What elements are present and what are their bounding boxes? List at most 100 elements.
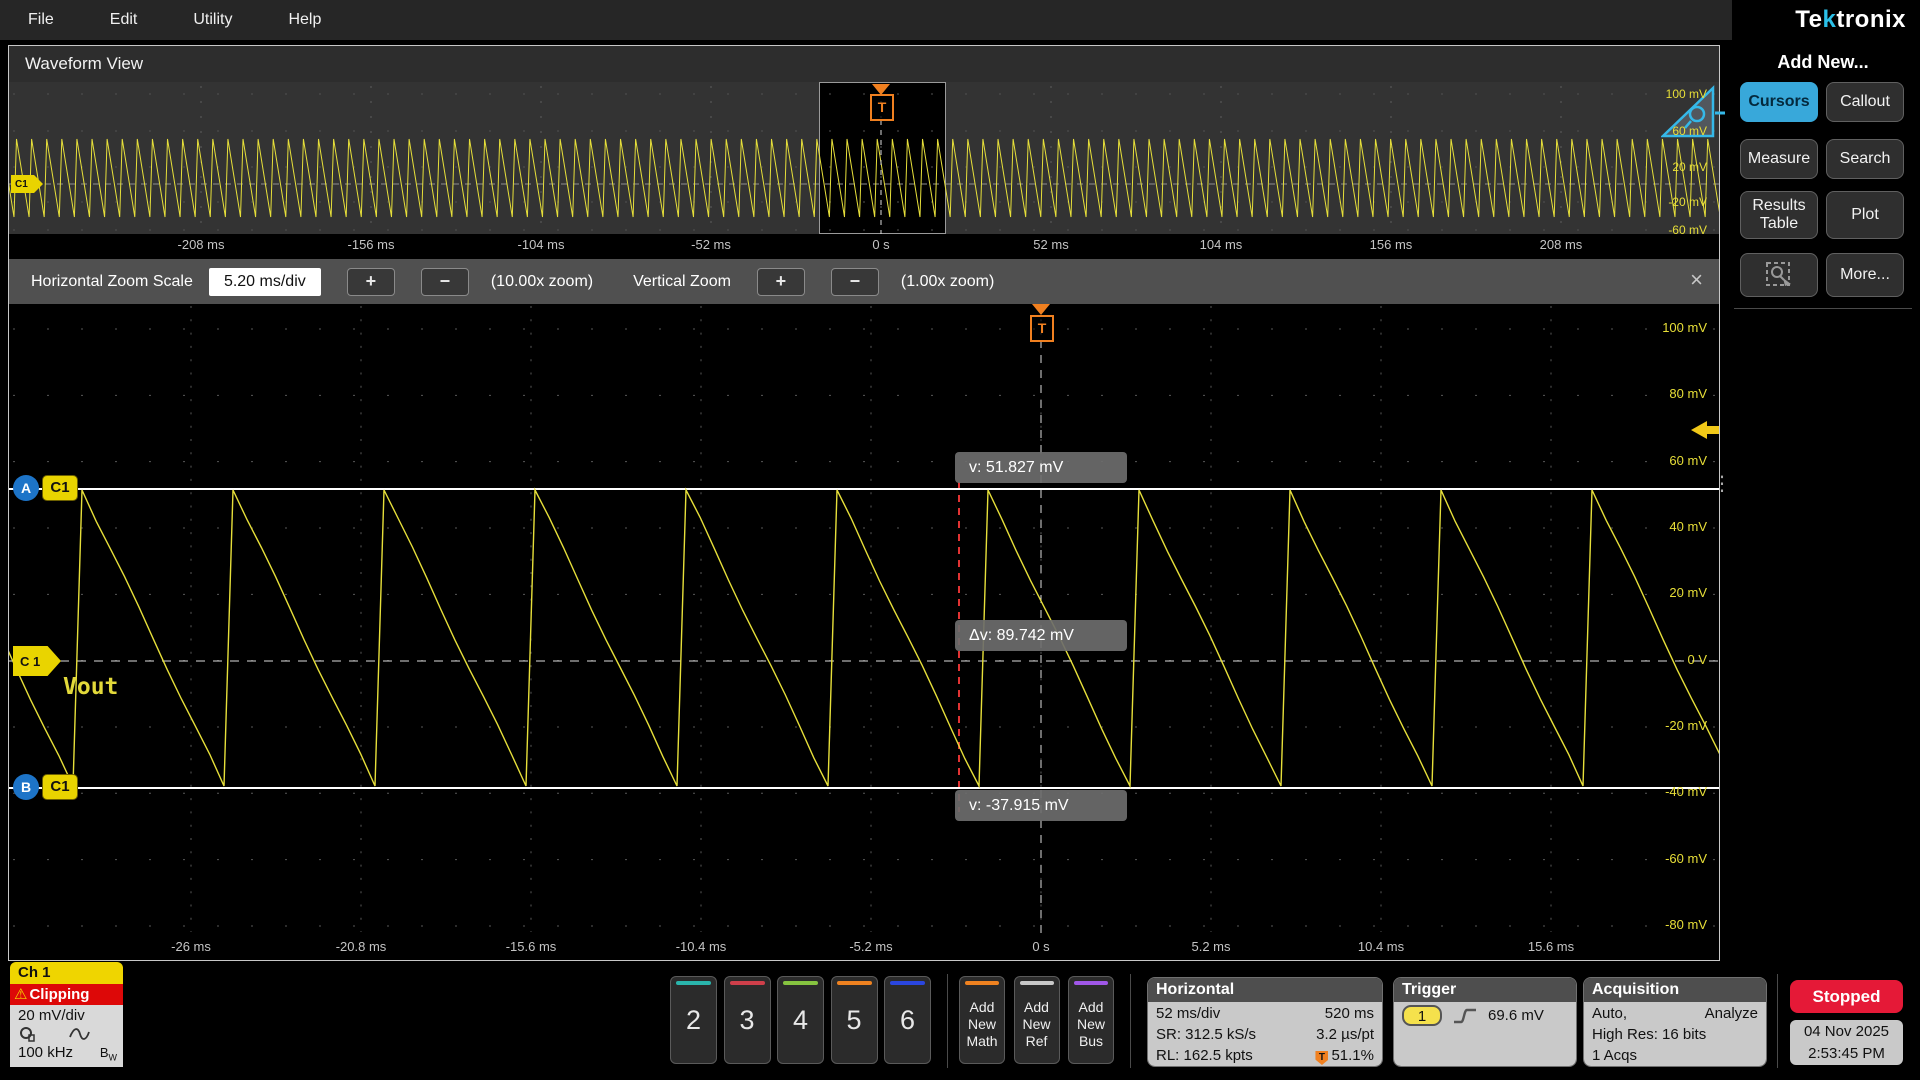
sidebar-button-cursors[interactable]: Cursors <box>1740 82 1818 122</box>
trigger-position: T51.1% <box>1315 1045 1374 1066</box>
main-trigger-triangle-icon[interactable] <box>1032 304 1050 315</box>
main-time-label: -26 ms <box>171 939 211 954</box>
record-length: RL: 162.5 kpts <box>1156 1045 1253 1066</box>
channel-number: 2 <box>671 1005 716 1036</box>
trigger-panel-title: Trigger <box>1394 978 1576 1002</box>
main-time-label: 0 s <box>1032 939 1049 954</box>
sidebar-button-search[interactable]: Search <box>1826 139 1904 179</box>
horizontal-window: 520 ms <box>1325 1003 1374 1024</box>
trigger-level-arrow-tail <box>1707 426 1719 434</box>
overview-volt-label: 60 mV <box>1647 124 1707 138</box>
main-time-label: -5.2 ms <box>849 939 892 954</box>
channel-3-button[interactable]: 3 <box>724 976 771 1064</box>
channel-color-stripe <box>676 981 711 985</box>
main-volt-label: 100 mV <box>1662 320 1707 335</box>
overview-volt-label: -20 mV <box>1647 195 1707 209</box>
channel-1-scale: 20 mV/div <box>18 1007 117 1024</box>
main-volt-label: -40 mV <box>1665 784 1707 799</box>
acquisition-count: 1 Acqs <box>1592 1045 1637 1066</box>
main-volt-label: 40 mV <box>1669 519 1707 534</box>
menu-file[interactable]: File <box>28 11 54 29</box>
vertical-zoom-factor: (1.00x zoom) <box>901 273 994 291</box>
horizontal-panel-title: Horizontal <box>1148 978 1382 1002</box>
horizontal-zoom-plus-button[interactable]: + <box>347 268 395 296</box>
overview-time-label: 0 s <box>872 237 889 252</box>
close-zoom-icon[interactable]: × <box>1690 267 1703 293</box>
channel-1-details: 20 mV/div 100 kHz BW <box>10 1005 123 1067</box>
menu-utility[interactable]: Utility <box>193 11 232 29</box>
acquisition-resolution: High Res: 16 bits <box>1592 1024 1706 1045</box>
channel-2-button[interactable]: 2 <box>670 976 717 1064</box>
run-stop-status-button[interactable]: Stopped <box>1790 980 1903 1013</box>
add-button-label: AddNewRef <box>1015 999 1059 1050</box>
channel-6-button[interactable]: 6 <box>884 976 931 1064</box>
add-new-bus-button[interactable]: AddNewBus <box>1068 976 1114 1064</box>
cursor-b-readout[interactable]: v: -37.915 mV <box>955 790 1127 821</box>
add-color-stripe <box>1074 981 1108 985</box>
horizontal-zoom-scale-value[interactable]: 5.20 ms/div <box>209 268 321 296</box>
bottom-bar-divider <box>947 974 948 1068</box>
panel-title: Waveform View <box>9 46 1719 82</box>
channel-number: 4 <box>778 1005 823 1036</box>
menu-edit[interactable]: Edit <box>110 11 138 29</box>
overview-trigger-t-icon[interactable]: T <box>870 94 894 121</box>
more-button[interactable]: More... <box>1826 253 1904 297</box>
probe-icon <box>18 1025 38 1043</box>
overview-time-label: 156 ms <box>1370 237 1413 252</box>
acquisition-panel-title: Acquisition <box>1584 978 1766 1002</box>
channel-number: 3 <box>725 1005 770 1036</box>
acquisition-panel[interactable]: Acquisition Auto,Analyze High Res: 16 bi… <box>1583 977 1767 1067</box>
vertical-zoom-plus-button[interactable]: + <box>757 268 805 296</box>
main-volt-label: 0 V <box>1687 652 1707 667</box>
cursor-a-readout[interactable]: v: 51.827 mV <box>955 452 1127 483</box>
cursor-delta-readout[interactable]: Δv: 89.742 mV <box>955 620 1127 651</box>
main-trigger-t-icon[interactable]: T <box>1030 315 1054 342</box>
overview-time-label: -104 ms <box>518 237 565 252</box>
menu-help[interactable]: Help <box>288 11 321 29</box>
trigger-source-badge: 1 <box>1402 1005 1442 1026</box>
add-new-math-button[interactable]: AddNewMath <box>959 976 1005 1064</box>
sample-interval: 3.2 µs/pt <box>1316 1024 1374 1045</box>
panel-drag-handle-icon[interactable]: ⋮ <box>1712 478 1732 490</box>
add-new-ref-button[interactable]: AddNewRef <box>1014 976 1060 1064</box>
sidebar-divider <box>1734 308 1912 309</box>
overview-svg <box>9 82 1719 259</box>
channel-number: 6 <box>885 1005 930 1036</box>
channel-5-button[interactable]: 5 <box>831 976 878 1064</box>
horizontal-panel[interactable]: Horizontal 52 ms/div 520 ms SR: 312.5 kS/… <box>1147 977 1383 1067</box>
waveform-view-panel: Waveform View T C1 -208 ms-156 ms-104 ms… <box>8 45 1720 961</box>
trigger-level-arrow-icon[interactable] <box>1691 421 1707 439</box>
main-volt-label: -20 mV <box>1665 718 1707 733</box>
waveform-overview[interactable]: T C1 -208 ms-156 ms-104 ms-52 ms0 s52 ms… <box>9 82 1719 259</box>
sidebar-button-measure[interactable]: Measure <box>1740 139 1818 179</box>
channel-1-badge[interactable]: Ch 1 ⚠Clipping 20 mV/div 100 kHz BW <box>10 962 123 1067</box>
cursor-a-tag[interactable]: A C1 <box>13 475 78 501</box>
main-waveform-plot[interactable]: T v: 51.827 mV Δv: 89.742 mV v: -37.915 … <box>9 304 1719 935</box>
channel-color-stripe <box>730 981 765 985</box>
sample-rate: SR: 312.5 kS/s <box>1156 1024 1256 1045</box>
channel-4-button[interactable]: 4 <box>777 976 824 1064</box>
horizontal-zoom-minus-button[interactable]: − <box>421 268 469 296</box>
sidebar-button-callout[interactable]: Callout <box>1826 82 1904 122</box>
main-time-label: 15.6 ms <box>1528 939 1574 954</box>
sidebar-button-results-table[interactable]: Results Table <box>1740 191 1818 239</box>
sidebar-button-plot[interactable]: Plot <box>1826 191 1904 239</box>
trigger-position-icon: T <box>1315 1051 1328 1065</box>
add-button-label: AddNewBus <box>1069 999 1113 1050</box>
add-color-stripe <box>965 981 999 985</box>
warning-icon: ⚠ <box>14 986 27 1003</box>
date: 04 Nov 2025 <box>1790 1021 1903 1043</box>
add-color-stripe <box>1020 981 1054 985</box>
bandwidth-limit-icon: BW <box>100 1045 117 1063</box>
vertical-zoom-minus-button[interactable]: − <box>831 268 879 296</box>
time: 2:53:45 PM <box>1790 1043 1903 1065</box>
trigger-level: 69.6 mV <box>1488 1007 1544 1024</box>
trigger-panel[interactable]: Trigger 1 69.6 mV <box>1393 977 1577 1067</box>
cursor-b-tag[interactable]: B C1 <box>13 774 78 800</box>
horizontal-scale: 52 ms/div <box>1156 1003 1220 1024</box>
menu-bar: File Edit Utility Help <box>0 0 1732 40</box>
main-volt-label: -60 mV <box>1665 851 1707 866</box>
channel-1-name[interactable]: Ch 1 <box>10 962 123 984</box>
bottom-bar-divider <box>1777 974 1778 1068</box>
zoom-select-icon-button[interactable] <box>1740 253 1818 297</box>
